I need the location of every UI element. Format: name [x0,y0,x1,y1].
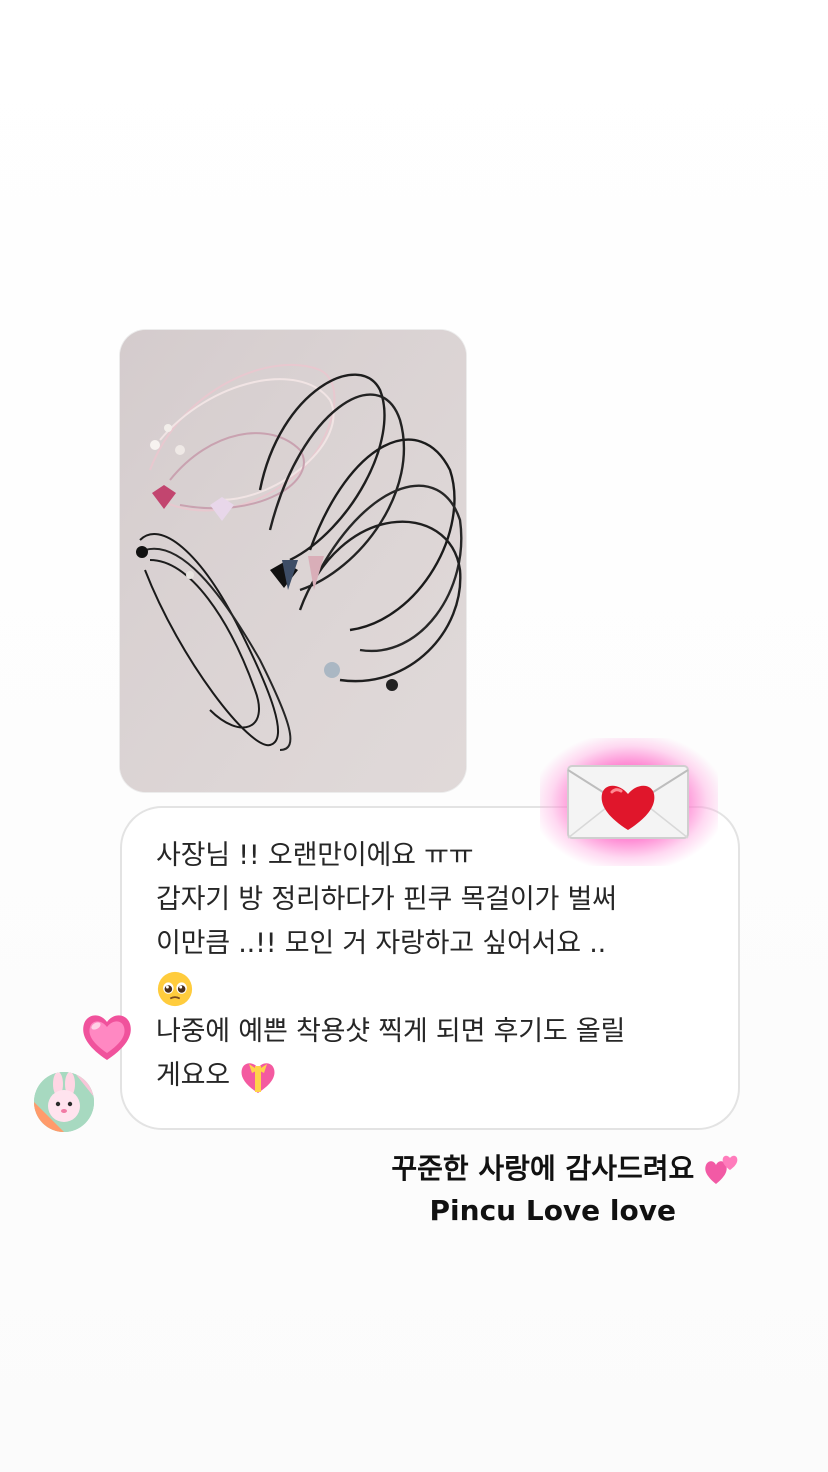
message-line-3: 이만큼 ..!! 모인 거 자랑하고 싶어서요 .. [156,928,607,959]
love-letter-icon [567,765,689,839]
message-line-5: 나중에 예쁜 착용샷 찍게 되면 후기도 올릴 [156,1016,626,1047]
message-line-4 [156,966,716,1010]
message-text: 사장님 !! 오랜만이에요 ㅠㅠ 갑자기 방 정리하다가 핀쿠 목걸이가 벌써 … [156,834,716,1098]
message-line-6: 게요오 [156,1054,716,1098]
reaction-sticker[interactable] [540,738,718,866]
sender-avatar[interactable] [34,1072,94,1132]
necklaces-photo [120,330,466,792]
message-line-2: 갑자기 방 정리하다가 핀쿠 목걸이가 벌써 [156,884,617,915]
caption-line-2: Pincu Love love [429,1194,676,1227]
caption-line-1-text: 꾸준한 사랑에 감사드려요 [391,1152,695,1185]
two-hearts-icon [705,1155,738,1184]
message-photo[interactable] [120,330,466,792]
bunny-avatar [34,1072,94,1132]
pink-heart-icon[interactable] [78,1008,136,1066]
story-caption: 꾸준한 사랑에 감사드려요 Pincu Love love [220,1148,740,1232]
message-line-6-text: 게요오 [156,1060,230,1091]
story-canvas: 사장님 !! 오랜만이에요 ㅠㅠ 갑자기 방 정리하다가 핀쿠 목걸이가 벌써 … [0,0,828,1472]
pleading-face-icon [157,971,193,1006]
heart-with-ribbon-icon [241,1062,275,1093]
caption-line-1: 꾸준한 사랑에 감사드려요 [220,1148,740,1190]
